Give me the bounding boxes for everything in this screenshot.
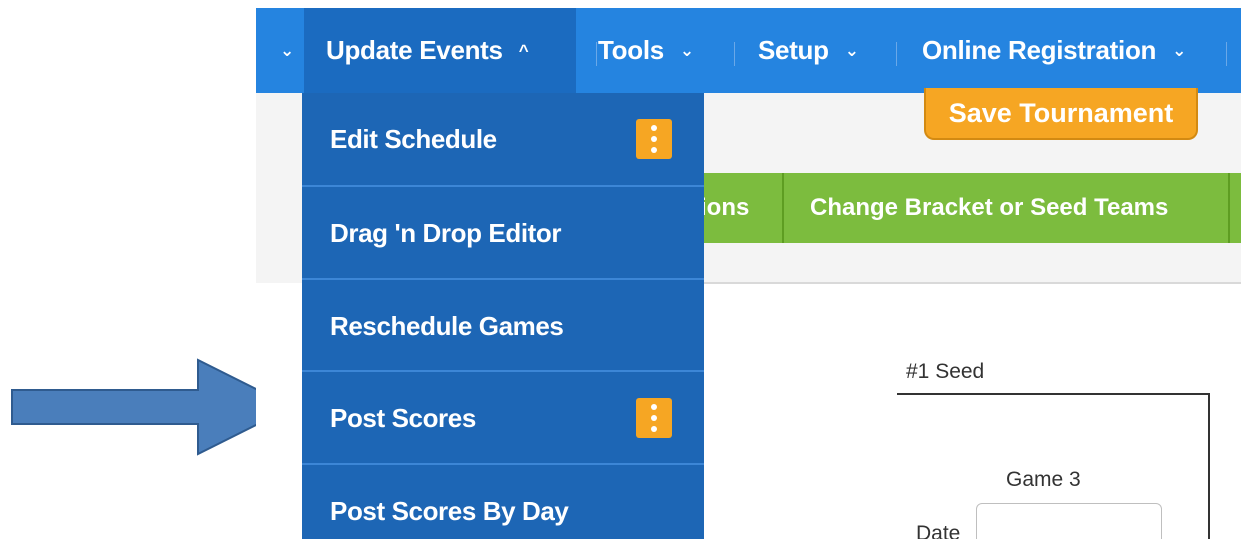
menu-item-reschedule-games[interactable]: Reschedule Games: [302, 280, 704, 372]
chevron-down-icon: ⌄: [1172, 40, 1187, 60]
nav-online-registration-label: Online Registration: [922, 35, 1157, 65]
nav-separator: [1226, 42, 1227, 66]
tab-options[interactable]: ions: [696, 173, 782, 243]
tab-separator: [1228, 173, 1230, 243]
bracket-date-label: Date: [916, 522, 961, 539]
bracket-seed-label: #1 Seed: [906, 360, 985, 383]
bracket-line: [1208, 393, 1210, 539]
tab-change-bracket[interactable]: Change Bracket or Seed Teams: [782, 173, 1241, 243]
top-navbar: ⌄ Update Events ^ Tools ⌄ Setup ⌄ Online…: [256, 8, 1241, 93]
menu-item-label: Post Scores: [330, 402, 476, 433]
menu-item-post-scores[interactable]: Post Scores: [302, 372, 704, 464]
more-options-icon[interactable]: [636, 398, 672, 438]
chevron-down-icon: ⌄: [679, 40, 694, 60]
nav-separator: [596, 42, 597, 66]
arrow-right-icon: [11, 358, 295, 456]
nav-tools-label: Tools: [598, 35, 664, 65]
chevron-down-icon: ⌄: [280, 40, 294, 60]
menu-item-post-scores-by-day[interactable]: Post Scores By Day: [302, 465, 704, 539]
nav-online-registration[interactable]: Online Registration ⌄: [922, 8, 1186, 93]
nav-previous-menu[interactable]: ⌄: [264, 8, 304, 93]
menu-item-label: Edit Schedule: [330, 123, 497, 154]
bracket-game-label: Game 3: [1006, 468, 1081, 491]
nav-setup-label: Setup: [758, 35, 829, 65]
app-window: ⌄ Update Events ^ Tools ⌄ Setup ⌄ Online…: [256, 8, 1241, 539]
screenshot-stage: ⌄ Update Events ^ Tools ⌄ Setup ⌄ Online…: [0, 0, 1241, 539]
bracket-tab-bar: ions Change Bracket or Seed Teams: [696, 173, 1241, 243]
nav-setup[interactable]: Setup ⌄: [758, 8, 859, 93]
nav-update-events[interactable]: Update Events ^: [304, 8, 576, 93]
menu-item-edit-schedule[interactable]: Edit Schedule: [302, 93, 704, 185]
menu-item-label: Reschedule Games: [330, 310, 564, 341]
nav-tools[interactable]: Tools ⌄: [598, 8, 694, 93]
chevron-down-icon: ⌄: [844, 40, 859, 60]
more-options-icon[interactable]: [636, 119, 672, 159]
chevron-up-icon: ^: [518, 40, 529, 60]
tab-change-bracket-label: Change Bracket or Seed Teams: [810, 194, 1169, 221]
menu-item-drag-drop-editor[interactable]: Drag 'n Drop Editor: [302, 187, 704, 279]
nav-separator: [896, 42, 897, 66]
save-tournament-button[interactable]: Save Tournament: [924, 88, 1198, 140]
menu-item-label: Post Scores By Day: [330, 495, 569, 526]
content-divider: [696, 282, 1241, 284]
nav-separator: [734, 42, 735, 66]
bracket-line: [897, 393, 1210, 395]
update-events-dropdown: Edit Schedule Drag 'n Drop Editor Resche…: [302, 93, 704, 539]
game-date-input[interactable]: [976, 503, 1162, 539]
arrow-shape: [11, 358, 295, 456]
nav-update-events-label: Update Events: [326, 35, 503, 65]
menu-item-label: Drag 'n Drop Editor: [330, 217, 562, 248]
